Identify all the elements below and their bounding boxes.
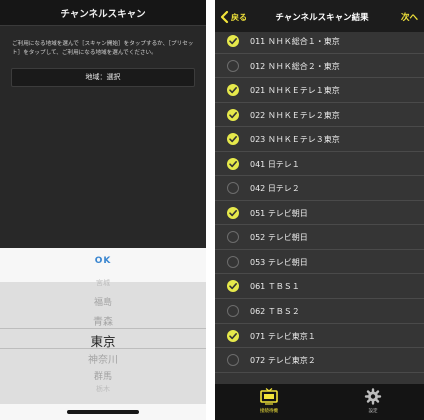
tab-label: 設定 (368, 409, 378, 414)
picker-selection-line (0, 328, 206, 329)
channel-row[interactable]: 011 ＮＨＫ総合１・東京 (215, 29, 424, 54)
channel-row[interactable]: 023 ＮＨＫＥテレ３東京 (215, 127, 424, 152)
channel-label: 062 ＴＢＳ２ (250, 307, 300, 317)
picker-selection-line (0, 348, 206, 349)
checked-circle-icon[interactable] (227, 35, 239, 47)
channel-label: 051 テレビ朝日 (250, 208, 308, 218)
unchecked-circle-icon[interactable] (227, 255, 239, 268)
channel-list: 011 ＮＨＫ総合１・東京 012 ＮＨＫ総合２・東京 021 ＮＨＫＥテレ１東京 0… (215, 29, 424, 373)
channel-row[interactable]: 051 テレビ朝日 (215, 201, 424, 226)
checked-circle-icon[interactable] (227, 280, 239, 293)
channel-row[interactable]: 062 ＴＢＳ２ (215, 299, 424, 324)
chevron-left-icon (220, 10, 229, 24)
channel-row[interactable]: 012 ＮＨＫ総合２・東京 (215, 54, 424, 79)
instruction-text: ご利用になる地域を選んで［スキャン開始］をタップするか、［プリセット］をタップし… (12, 41, 194, 56)
channel-label: 052 テレビ朝日 (250, 233, 308, 243)
tab-standby[interactable]: 接続待機 (239, 388, 299, 414)
next-button[interactable]: 次へ (401, 11, 418, 23)
home-indicator (67, 410, 139, 414)
channel-label: 023 ＮＨＫＥテレ３東京 (250, 135, 340, 145)
checked-circle-icon[interactable] (227, 329, 239, 342)
channel-scan-screen: チャンネルスキャン ご利用になる地域を選んで［スキャン開始］をタップするか、［プ… (0, 0, 206, 420)
channel-label: 053 テレビ朝日 (250, 257, 308, 267)
unchecked-circle-icon[interactable] (227, 231, 239, 244)
channel-row[interactable]: 022 ＮＨＫＥテレ２東京 (215, 103, 424, 128)
gear-icon (364, 388, 382, 405)
picker-item-partial: 宮城 (96, 279, 110, 287)
channel-label: 072 テレビ東京２ (250, 356, 316, 366)
checked-circle-icon[interactable] (227, 84, 239, 97)
unchecked-circle-icon[interactable] (227, 182, 239, 195)
channel-row[interactable]: 071 テレビ東京１ (215, 324, 424, 349)
tab-settings[interactable]: 設定 (343, 388, 403, 414)
channel-row[interactable]: 041 日テレ１ (215, 152, 424, 177)
channel-row[interactable]: 021 ＮＨＫＥテレ１東京 (215, 78, 424, 103)
checked-circle-icon[interactable] (227, 108, 239, 121)
picker-item[interactable]: 福島 (0, 295, 206, 308)
picker-item[interactable]: 群馬 (0, 369, 206, 382)
channel-label: 011 ＮＨＫ総合１・東京 (250, 37, 340, 46)
tv-icon (260, 388, 278, 405)
unchecked-circle-icon[interactable] (227, 59, 239, 72)
channel-label: 012 ＮＨＫ総合２・東京 (250, 61, 340, 71)
checked-circle-icon[interactable] (227, 157, 239, 170)
back-label: 戻る (231, 12, 247, 22)
channel-row[interactable]: 052 テレビ朝日 (215, 225, 424, 250)
checked-circle-icon[interactable] (227, 206, 239, 219)
tab-bar: 接続待機 設定 (215, 384, 424, 420)
ok-button[interactable]: OK (0, 256, 206, 266)
region-picker-sheet: OK 宮城 福島 青森 東京 神奈川 群馬 栃木 (0, 248, 206, 420)
channel-label: 071 テレビ東京１ (250, 331, 316, 341)
picker-item[interactable]: 青森 (0, 313, 206, 328)
channel-row[interactable]: 053 テレビ朝日 (215, 250, 424, 275)
page-title: チャンネルスキャン結果 (275, 13, 369, 23)
channel-label: 042 日テレ２ (250, 184, 300, 194)
region-picker-wheel[interactable]: 宮城 福島 青森 東京 神奈川 群馬 栃木 (0, 279, 206, 404)
channel-row[interactable]: 072 テレビ東京２ (215, 348, 424, 373)
channel-label: 021 ＮＨＫＥテレ１東京 (250, 86, 340, 96)
channel-label: 061 ＴＢＳ１ (250, 282, 300, 292)
region-select-button[interactable]: 地域：選択 (11, 68, 195, 87)
nav-bar: チャンネルスキャン (0, 0, 206, 26)
channel-label: 041 日テレ１ (250, 159, 300, 169)
back-button[interactable]: 戻る (220, 10, 247, 24)
unchecked-circle-icon[interactable] (227, 305, 239, 318)
channel-row[interactable]: 061 ＴＢＳ１ (215, 274, 424, 300)
nav-bar: 戻る チャンネルスキャン結果 次へ (215, 0, 424, 32)
picker-item-partial: 栃木 (96, 385, 110, 393)
channel-label: 022 ＮＨＫＥテレ２東京 (250, 110, 340, 120)
checked-circle-icon[interactable] (227, 133, 239, 146)
picker-item[interactable]: 神奈川 (0, 351, 206, 366)
page-title: チャンネルスキャン (60, 9, 146, 20)
channel-row[interactable]: 042 日テレ２ (215, 176, 424, 201)
unchecked-circle-icon[interactable] (227, 354, 239, 367)
scan-result-screen: 戻る チャンネルスキャン結果 次へ 011 ＮＨＫ総合１・東京 012 ＮＨＫ総合… (215, 0, 424, 420)
tab-label: 接続待機 (260, 409, 278, 414)
